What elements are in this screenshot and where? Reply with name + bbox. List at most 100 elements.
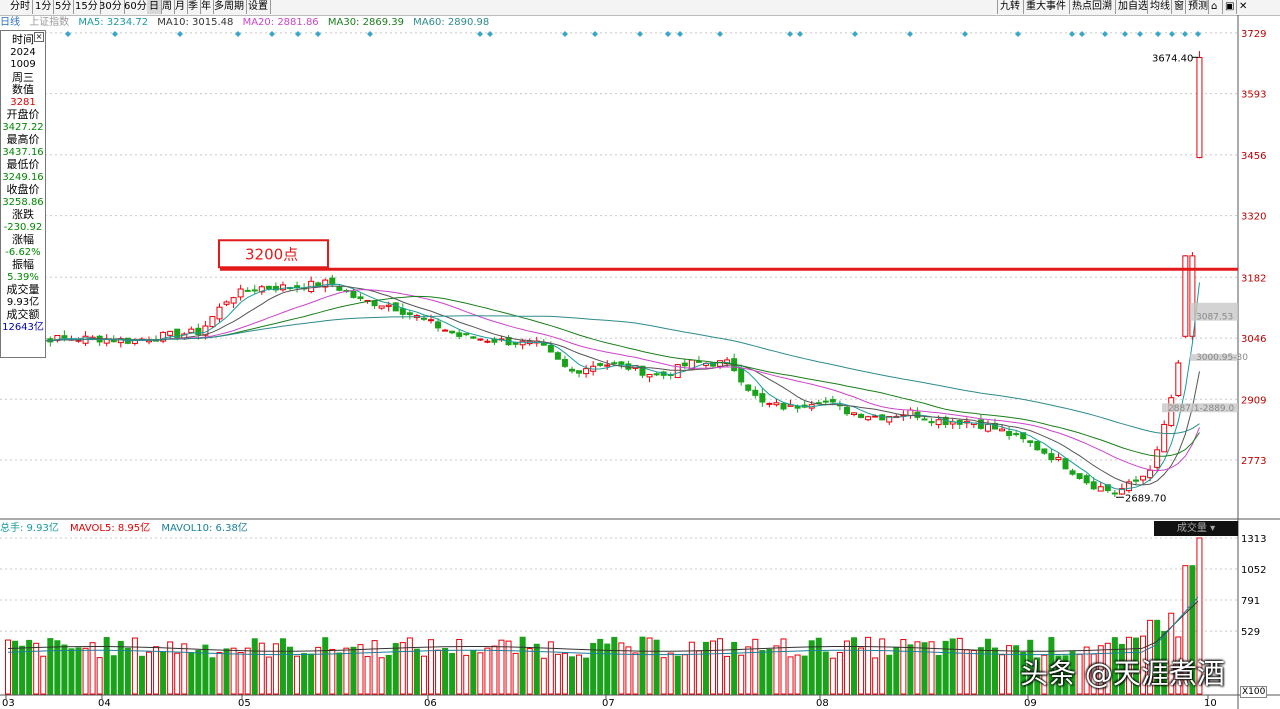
volume-bar [491,645,498,695]
volume-bar [138,655,145,695]
volume-bar [674,655,681,695]
candle-body [554,352,561,360]
candle-body [406,312,413,316]
ma60-line [7,315,1200,435]
volume-bar [336,652,343,695]
volume-bar [970,650,977,695]
candle-body [463,333,470,336]
amt-value: 12643亿 [2,321,44,333]
candle-body [576,370,583,374]
candle-body [1090,481,1097,490]
volume-bar [695,650,702,695]
volume-bar [54,640,61,695]
volume-bar [428,639,434,695]
candle-body [583,368,590,375]
volume-bar [526,648,533,695]
candle-body [646,374,653,378]
candle-body [935,419,942,426]
volume-bar [146,651,152,695]
signal-diamond-icon [1169,31,1175,37]
candlestick-chart[interactable]: 3729359334563320318230462909277313131052… [0,0,1280,709]
candle-body [385,304,392,307]
volume-bar [872,657,879,695]
volume-bar [343,647,350,695]
volume-bar [984,638,991,695]
volume-bar [576,654,583,695]
candle-body [449,330,456,334]
volume-bar [294,655,301,695]
volume-bar [561,652,568,695]
price-tick: 3729 [1241,29,1266,40]
candle-body [75,339,82,342]
candle-body [1161,423,1168,453]
candle-body [618,361,625,365]
gap-band-label: 3087.53 [1196,313,1233,323]
candle-body [1048,453,1055,461]
candle-body [681,362,688,367]
candle-body [872,415,879,418]
volume-bar [463,654,470,695]
candle-body [928,421,935,424]
period-low-label: 2689.70 [1125,493,1166,504]
candle-body [357,296,364,300]
candle-body [717,360,724,367]
open-label: 开盘价 [6,108,40,121]
candle-body [780,402,787,410]
x-tick: 09 [1024,698,1037,709]
candle-body [1147,469,1154,479]
volume-bar [385,654,392,695]
candle-body [230,297,237,304]
signal-diamond-icon [1182,31,1188,37]
candle-body [794,405,801,409]
volume-bar [519,636,526,695]
gap-band-label: 2887.1-2889.0 [1168,404,1235,414]
candle-body [759,393,766,403]
signal-diamond-icon [112,31,118,37]
volume-bar [590,642,597,695]
high-label: 最高价 [6,133,40,146]
volume-bar [435,649,442,695]
volume-bar [759,650,766,695]
volume-bar [96,657,103,695]
volume-bar [1013,645,1020,695]
volume-bar [858,647,865,695]
volume-bar [308,653,315,695]
candle-body [237,288,244,298]
mavol5-label: MAVOL5: 8.95亿 [70,523,151,534]
candle-body [907,409,914,416]
price-tick: 3046 [1241,334,1266,345]
volume-bar [279,638,286,695]
x-tick: 10 [1204,698,1217,709]
mavol10-label: MAVOL10: 6.38亿 [161,523,248,534]
candle-body [512,342,519,345]
signal-diamond-icon [852,31,858,37]
signal-diamond-icon [1069,31,1075,37]
volume-bar [350,646,357,695]
change-label: 涨跌 [12,208,34,221]
candle-body [1111,492,1118,495]
volume-bar [569,656,575,695]
volume-legend: 总手: 9.93亿 MAVOL5: 8.95亿 MAVOL10: 6.38亿 [0,522,256,536]
volume-bar [202,644,209,695]
volume-bar [117,640,124,695]
pct-label: 涨幅 [12,233,34,246]
candle-body [484,340,491,343]
volume-bar [505,640,512,695]
signal-diamond-icon [177,31,183,37]
volume-bar [329,648,336,695]
volume-bar [68,648,75,695]
volume-bar [766,648,773,695]
signal-diamond-icon [315,31,321,37]
volume-indicator-dropdown[interactable]: 成交量 ▾ [1154,521,1238,536]
volume-bar [928,641,935,695]
volume-bar [477,652,484,695]
volume-bar [801,655,808,695]
volume-bar [498,639,505,695]
close-icon[interactable]: × [34,32,44,42]
candle-body [745,384,752,391]
candle-body [851,412,857,415]
price-tick: 3593 [1241,90,1266,101]
candle-body [569,368,575,372]
volume-bar [449,653,456,695]
volume-bar [61,644,68,695]
